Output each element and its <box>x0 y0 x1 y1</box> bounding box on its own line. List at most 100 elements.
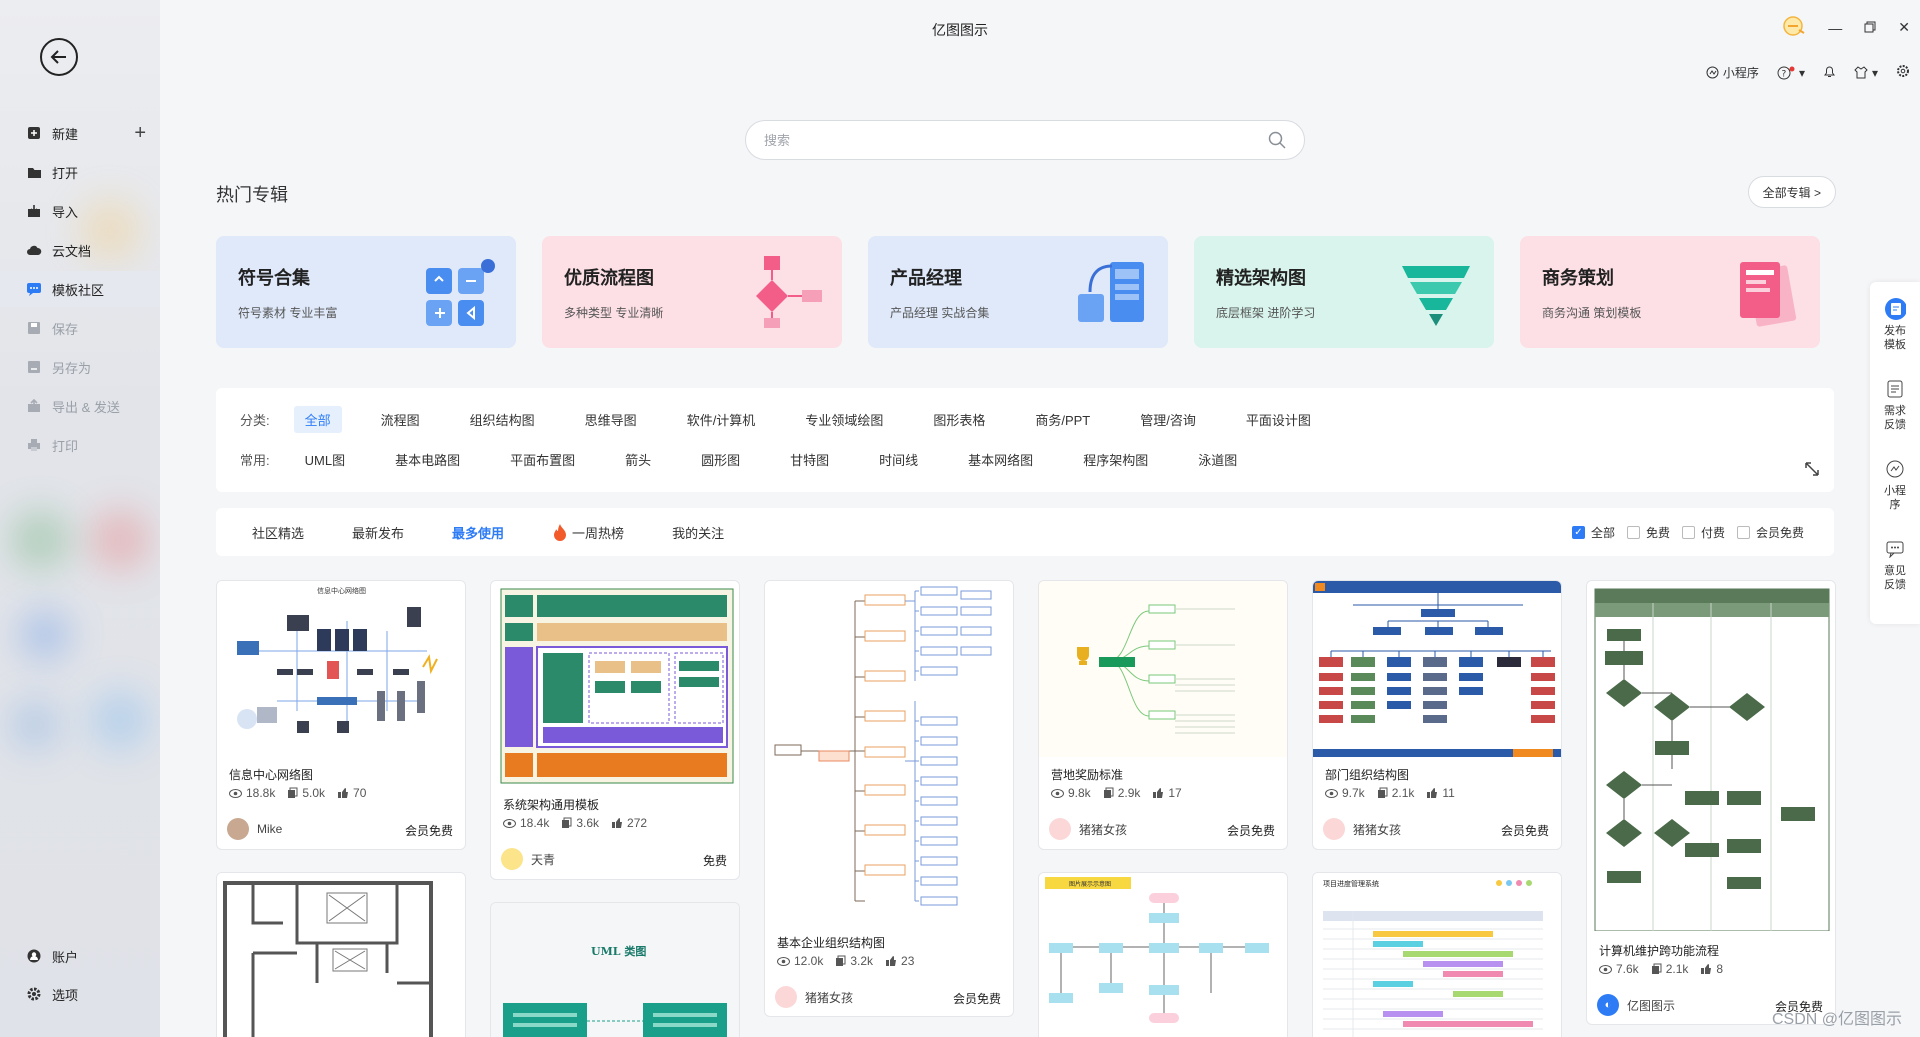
sidebar-item-options[interactable]: 选项 <box>0 976 160 1012</box>
help-icon: ? <box>1777 66 1795 79</box>
template-card[interactable]: 系统架构通用模板 18.4k 3.6k 272 天青 免费 <box>490 580 740 880</box>
add-icon[interactable]: + <box>134 122 146 145</box>
common-option[interactable]: 时间线 <box>868 446 929 473</box>
category-option[interactable]: 组织结构图 <box>459 406 546 433</box>
likes-count: 11 <box>1442 786 1455 800</box>
common-option[interactable]: UML图 <box>294 446 356 473</box>
all-albums-button[interactable]: 全部专辑 > <box>1747 176 1836 208</box>
category-option[interactable]: 流程图 <box>370 406 431 433</box>
template-author[interactable]: 猪猪女孩 <box>775 986 853 1008</box>
template-card[interactable] <box>216 872 466 1037</box>
settings-icon[interactable] <box>1896 64 1910 81</box>
template-card[interactable]: UML 类图 <box>490 902 740 1037</box>
template-card[interactable]: 营地奖励标准 9.8k 2.9k 17 猪猪女孩 会员免费 <box>1038 580 1288 850</box>
feedback-icon <box>1884 538 1906 560</box>
sidebar-item-save[interactable]: 保存 <box>0 310 160 346</box>
sidebar-item-new[interactable]: 新建 + <box>0 115 160 151</box>
sidebar-item-import[interactable]: 导入 <box>0 193 160 229</box>
check-all[interactable]: ✓ 全部 <box>1571 524 1615 541</box>
search-bar[interactable] <box>745 120 1305 160</box>
category-option[interactable]: 图形表格 <box>922 406 996 433</box>
export-icon <box>26 398 42 414</box>
template-thumbnail <box>1039 581 1287 757</box>
publish-template-button[interactable]: 发布模板 <box>1870 298 1920 352</box>
search-input[interactable] <box>764 132 1268 148</box>
eye-icon <box>229 788 242 798</box>
category-option[interactable]: 全部 <box>293 406 342 433</box>
category-option[interactable]: 思维导图 <box>574 406 648 433</box>
template-author[interactable]: 猪猪女孩 <box>1049 818 1127 840</box>
category-option[interactable]: 专业领域绘图 <box>794 406 894 433</box>
sidebar-item-open[interactable]: 打开 <box>0 154 160 190</box>
eye-icon <box>503 818 516 828</box>
flow-diagram-thumbnail: 图片展示示意图 <box>1045 877 1269 1023</box>
bell-icon[interactable] <box>1823 64 1836 81</box>
template-card[interactable]: 部门组织结构图 9.7k 2.1k 11 猪猪女孩 会员免费 <box>1312 580 1562 850</box>
expand-icon[interactable] <box>1804 461 1820 480</box>
checkbox[interactable] <box>1681 525 1695 539</box>
album-card-business[interactable]: 商务策划 商务沟通 策划模板 <box>1520 236 1820 348</box>
sidebar-item-account[interactable]: 账户 <box>0 938 160 974</box>
checkbox[interactable] <box>1736 525 1750 539</box>
close-button[interactable]: ✕ <box>1898 19 1910 36</box>
common-option[interactable]: 程序架构图 <box>1072 446 1159 473</box>
common-option[interactable]: 平面布置图 <box>499 446 586 473</box>
checkbox-checked[interactable]: ✓ <box>1571 525 1585 539</box>
album-card-flowchart[interactable]: 优质流程图 多种类型 专业清晰 <box>542 236 842 348</box>
template-card[interactable]: 计算机维护跨功能流程 7.6k 2.1k 8 ◐ 亿图图示 会员免费 <box>1586 580 1836 1025</box>
request-feedback-button[interactable]: 需求反馈 <box>1870 378 1920 432</box>
template-card[interactable]: 图片展示示意图 <box>1038 872 1288 1037</box>
category-option[interactable]: 软件/计算机 <box>676 406 767 433</box>
skin-button[interactable]: ▾ <box>1854 66 1878 80</box>
category-option[interactable]: 管理/咨询 <box>1129 406 1207 433</box>
tab-featured[interactable]: 社区精选 <box>252 523 304 542</box>
common-option[interactable]: 泳道图 <box>1187 446 1248 473</box>
category-option[interactable]: 商务/PPT <box>1024 406 1101 433</box>
sidebar-item-cloud[interactable]: 云文档 <box>0 232 160 268</box>
sidebar-item-community[interactable]: 模板社区 <box>0 271 160 307</box>
opinion-feedback-button[interactable]: 意见反馈 <box>1870 538 1920 592</box>
minimize-button[interactable]: — <box>1828 20 1842 36</box>
template-author[interactable]: 猪猪女孩 <box>1323 818 1401 840</box>
maximize-button[interactable] <box>1864 20 1876 36</box>
check-vip-free[interactable]: 会员免费 <box>1736 524 1804 541</box>
eye-icon <box>1599 964 1612 974</box>
sidebar-item-save-as[interactable]: 另存为 <box>0 349 160 385</box>
tab-following[interactable]: 我的关注 <box>672 523 724 542</box>
check-label: 免费 <box>1645 525 1670 540</box>
common-option[interactable]: 箭头 <box>614 446 662 473</box>
album-card-product[interactable]: 产品经理 产品经理 实战合集 <box>868 236 1168 348</box>
template-card[interactable]: 项目进度管理系统 <box>1312 872 1562 1037</box>
template-author[interactable]: ◐ 亿图图示 <box>1597 994 1675 1016</box>
tab-latest[interactable]: 最新发布 <box>352 523 404 542</box>
gear-icon <box>26 986 42 1002</box>
author-name: 亿图图示 <box>1627 998 1676 1013</box>
sidebar-item-print[interactable]: 打印 <box>0 427 160 463</box>
album-card-symbols[interactable]: 符号合集 符号素材 专业丰富 <box>216 236 516 348</box>
template-card[interactable]: 基本企业组织结构图 12.0k 3.2k 23 猪猪女孩 会员免费 <box>764 580 1014 1017</box>
check-paid[interactable]: 付费 <box>1681 524 1725 541</box>
checkbox[interactable] <box>1626 525 1640 539</box>
template-card[interactable]: 信息中心网络图 信息中心网络图 18.8k 5.0k 70 Mike 会员免费 <box>216 580 466 850</box>
common-option[interactable]: 基本网络图 <box>957 446 1044 473</box>
tab-weekly-hot[interactable]: 一周热榜 <box>552 523 624 542</box>
sidebar-item-export[interactable]: 导出 & 发送 <box>0 388 160 424</box>
check-free[interactable]: 免费 <box>1626 524 1670 541</box>
tab-most-used[interactable]: 最多使用 <box>452 523 504 542</box>
mini-program-icon <box>1884 458 1906 480</box>
common-option[interactable]: 基本电路图 <box>384 446 471 473</box>
member-icon[interactable] <box>1782 16 1806 39</box>
category-option[interactable]: 平面设计图 <box>1235 406 1322 433</box>
search-icon[interactable] <box>1268 131 1286 149</box>
help-button[interactable]: ? ▾ <box>1777 66 1805 80</box>
common-option[interactable]: 甘特图 <box>779 446 840 473</box>
template-author[interactable]: 天青 <box>501 848 555 870</box>
mini-program-panel-button[interactable]: 小程序 <box>1870 458 1920 512</box>
mini-program-button[interactable]: 小程序 <box>1706 64 1759 81</box>
template-author[interactable]: Mike <box>227 818 282 840</box>
community-icon <box>26 281 42 297</box>
sidebar-item-label: 新建 <box>52 126 79 142</box>
back-button[interactable] <box>40 38 78 76</box>
common-option[interactable]: 圆形图 <box>690 446 751 473</box>
album-card-architecture[interactable]: 精选架构图 底层框架 进阶学习 <box>1194 236 1494 348</box>
